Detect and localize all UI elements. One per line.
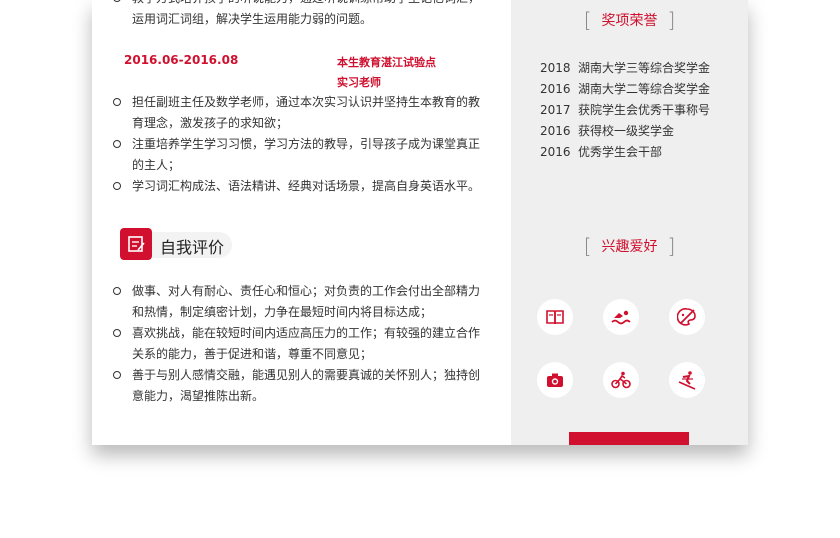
experience-item-top: 教学方式培养孩子的听说能力，通过听说训练帮助学生记忆词汇， 运用词汇词组，解决学… <box>113 0 492 30</box>
experience-item: 注重培养学生学习习惯，学习方法的教导，引导孩子成为课堂真正 的主人； <box>113 134 492 176</box>
award-item: 2017 获院学生会优秀干事称号 <box>540 100 710 121</box>
text-line: 善于与别人感情交融，能遇见别人的需要真诚的关怀别人；独持创 <box>132 368 481 382</box>
job-title: 实习老师 <box>337 76 381 89</box>
award-name: 获院学生会优秀干事称号 <box>578 103 711 117</box>
org-name: 本生教育湛江试验点 <box>337 56 436 69</box>
painting-icon <box>669 299 705 335</box>
text-line: 注重培养学生学习习惯，学习方法的教导，引导孩子成为课堂真正 <box>132 137 481 151</box>
hobbies-title: [ 兴趣爱好] <box>511 232 748 258</box>
camera-icon <box>537 362 573 398</box>
experience-item: 担任副班主任及数学老师，通过本次实习认识并坚持生本教育的教 育理念，激发孩子的求… <box>113 92 492 134</box>
edit-icon <box>120 228 152 260</box>
self-eval-header: 自我评价 <box>120 228 232 260</box>
awards-list: 2018 湖南大学三等综合奖学金 2016 湖南大学二等综合奖学金 2017 获院学生… <box>540 58 710 163</box>
award-item: 2016 湖南大学二等综合奖学金 <box>540 79 710 100</box>
experience-date: 2016.06-2016.08 <box>124 53 239 67</box>
awards-title: [ 奖项荣誉] <box>511 6 748 32</box>
bracket-left: [ <box>583 8 592 32</box>
bullet-dot <box>113 182 121 190</box>
section-title: 自我评价 <box>160 238 225 257</box>
swimming-icon <box>603 299 639 335</box>
hobbies-title-text: 兴趣爱好 <box>601 239 658 255</box>
book-icon <box>537 299 573 335</box>
skiing-icon <box>669 362 705 398</box>
award-year: 2016 <box>540 124 571 138</box>
self-eval-item: 善于与别人感情交融，能遇见别人的需要真诚的关怀别人；独持创 意能力，渴望推陈出新… <box>113 365 492 407</box>
text-line: 做事、对人有耐心、责任心和恒心；对负责的工作会付出全部精力 <box>132 284 481 298</box>
text-line: 教学方式培养孩子的听说能力，通过听说训练帮助学生记忆词汇， <box>132 0 492 9</box>
bracket-right: ] <box>667 234 676 258</box>
text-line: 意能力，渴望推陈出新。 <box>132 389 265 403</box>
award-year: 2018 <box>540 61 571 75</box>
experience-org: 本生教育湛江试验点 实习老师 <box>337 53 436 93</box>
award-item: 2018 湖南大学三等综合奖学金 <box>540 58 710 79</box>
award-year: 2017 <box>540 103 571 117</box>
award-item: 2016 获得校一级奖学金 <box>540 121 710 142</box>
bullet-dot <box>113 0 121 2</box>
award-item: 2016 优秀学生会干部 <box>540 142 710 163</box>
text-line: 喜欢挑战，能在较短时间内适应高压力的工作；有较强的建立合作 <box>132 326 481 340</box>
bullet-dot <box>113 140 121 148</box>
accent-bar <box>569 432 689 445</box>
bullet-dot <box>113 371 121 379</box>
text-line: 和热情，制定缜密计划，力争在最短时间内将目标达成； <box>132 305 433 319</box>
award-name: 优秀学生会干部 <box>578 145 663 159</box>
experience-item: 学习词汇构成法、语法精讲、经典对话场景，提高自身英语水平。 <box>113 176 492 197</box>
sidebar: [ 奖项荣誉] 2018 湖南大学三等综合奖学金 2016 湖南大学二等综合奖学金 2… <box>511 0 748 445</box>
text-line: 关系的能力，善于促进和谐，尊重不同意见； <box>132 347 373 361</box>
text-line: 的主人； <box>132 158 181 172</box>
cycling-icon <box>603 362 639 398</box>
bullet-dot <box>113 329 121 337</box>
award-year: 2016 <box>540 145 571 159</box>
text-line: 育理念，激发孩子的求知欲； <box>132 116 289 130</box>
self-eval-item: 喜欢挑战，能在较短时间内适应高压力的工作；有较强的建立合作 关系的能力，善于促进… <box>113 323 492 365</box>
award-name: 湖南大学三等综合奖学金 <box>578 61 711 75</box>
resume-sheet: 教学方式培养孩子的听说能力，通过听说训练帮助学生记忆词汇， 运用词汇词组，解决学… <box>92 0 748 445</box>
award-year: 2016 <box>540 82 571 96</box>
awards-title-text: 奖项荣誉 <box>601 13 658 29</box>
bracket-left: [ <box>583 234 592 258</box>
bullet-dot <box>113 98 121 106</box>
self-eval-item: 做事、对人有耐心、责任心和恒心；对负责的工作会付出全部精力 和热情，制定缜密计划… <box>113 281 492 323</box>
bracket-right: ] <box>667 8 676 32</box>
text-line: 担任副班主任及数学老师，通过本次实习认识并坚持生本教育的教 <box>132 95 481 109</box>
award-name: 湖南大学二等综合奖学金 <box>578 82 711 96</box>
bullet-dot <box>113 287 121 295</box>
text-line: 学习词汇构成法、语法精讲、经典对话场景，提高自身英语水平。 <box>132 179 481 193</box>
text-line: 运用词汇词组，解决学生运用能力弱的问题。 <box>132 12 373 26</box>
award-name: 获得校一级奖学金 <box>578 124 675 138</box>
